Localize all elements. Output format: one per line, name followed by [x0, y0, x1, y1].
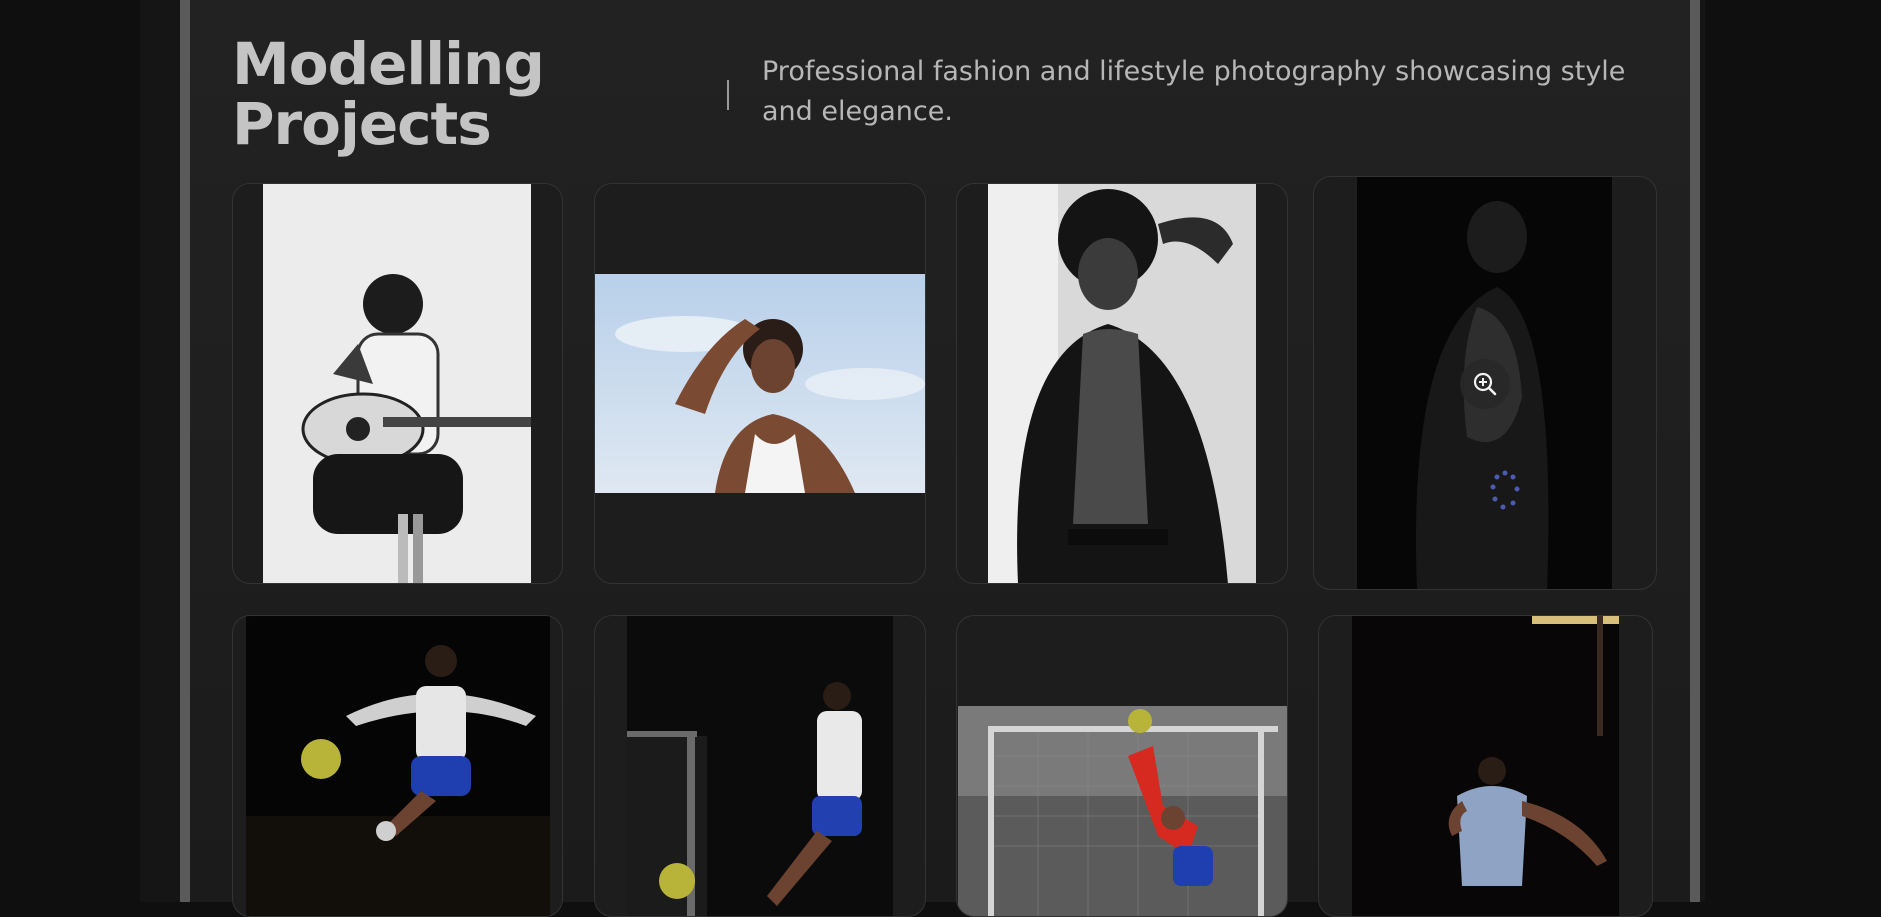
photo-open-shirt [988, 184, 1256, 583]
gallery-card-goalkeeper[interactable] [956, 615, 1288, 917]
gallery-card-open-shirt[interactable] [956, 183, 1288, 584]
page-description: Professional fashion and lifestyle photo… [762, 56, 1626, 127]
title-divider [727, 80, 729, 110]
photo-indoor-footballer [1352, 616, 1619, 916]
gallery-card-footballer-goal[interactable] [594, 615, 926, 917]
photo-goalkeeper [958, 706, 1287, 916]
photo-footballer-kick [246, 616, 550, 916]
page-title: Modelling Projects [232, 34, 545, 154]
photo-footballer-goal [627, 616, 893, 916]
zoom-in-icon [1473, 372, 1497, 396]
gallery-card-indoor-footballer[interactable] [1318, 615, 1653, 917]
gallery-card-sky-portrait[interactable] [594, 183, 926, 584]
frame-rail-left [180, 0, 190, 902]
gallery-card-low-light[interactable] [1313, 176, 1657, 590]
gallery-card-footballer-kick[interactable] [232, 615, 563, 917]
zoom-button[interactable] [1460, 359, 1510, 409]
page-title-line-2: Projects [232, 90, 492, 158]
photo-guitar-portrait [263, 184, 531, 583]
page-title-line-1: Modelling [232, 30, 545, 98]
frame-rail-right [1690, 0, 1700, 902]
gallery-card-guitar[interactable] [232, 183, 563, 584]
photo-sky-portrait [595, 274, 925, 493]
